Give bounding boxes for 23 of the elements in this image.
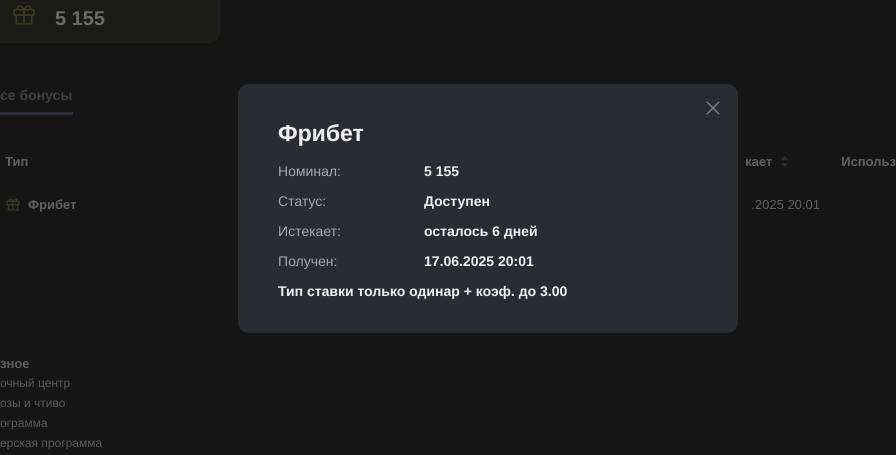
- table-cell: Фрибет: [28, 196, 76, 212]
- field-value: 17.06.2025 20:01: [424, 253, 534, 271]
- field-label: Получен:: [278, 253, 338, 271]
- field-label: Истекает:: [278, 223, 342, 241]
- field-value: Доступен: [424, 193, 490, 211]
- footer-link[interactable]: ерская программа: [0, 436, 896, 455]
- modal-title: Фрибет: [278, 120, 365, 147]
- footer-link[interactable]: ограмма: [0, 416, 896, 436]
- column-header: Использ: [841, 154, 896, 168]
- gift-icon: [5, 196, 21, 212]
- column-header: Тип: [5, 154, 30, 168]
- field-value: 5 155: [424, 163, 460, 181]
- table-cell: .2025 20:01: [751, 196, 820, 212]
- footer-link[interactable]: очный центр: [0, 376, 896, 396]
- field-value: осталось 6 дней: [424, 223, 538, 241]
- footer-heading: зное: [0, 356, 30, 373]
- close-icon[interactable]: [706, 101, 720, 115]
- field-label: Статус:: [278, 193, 328, 211]
- bet-condition-text: Тип ставки только одинар + коэф. до 3.00: [278, 283, 568, 299]
- footer-link[interactable]: озы и чтиво: [0, 396, 896, 416]
- bonus-amount: 5 155: [55, 8, 106, 30]
- field-label: Номинал:: [278, 163, 342, 181]
- column-header[interactable]: кает: [745, 154, 772, 168]
